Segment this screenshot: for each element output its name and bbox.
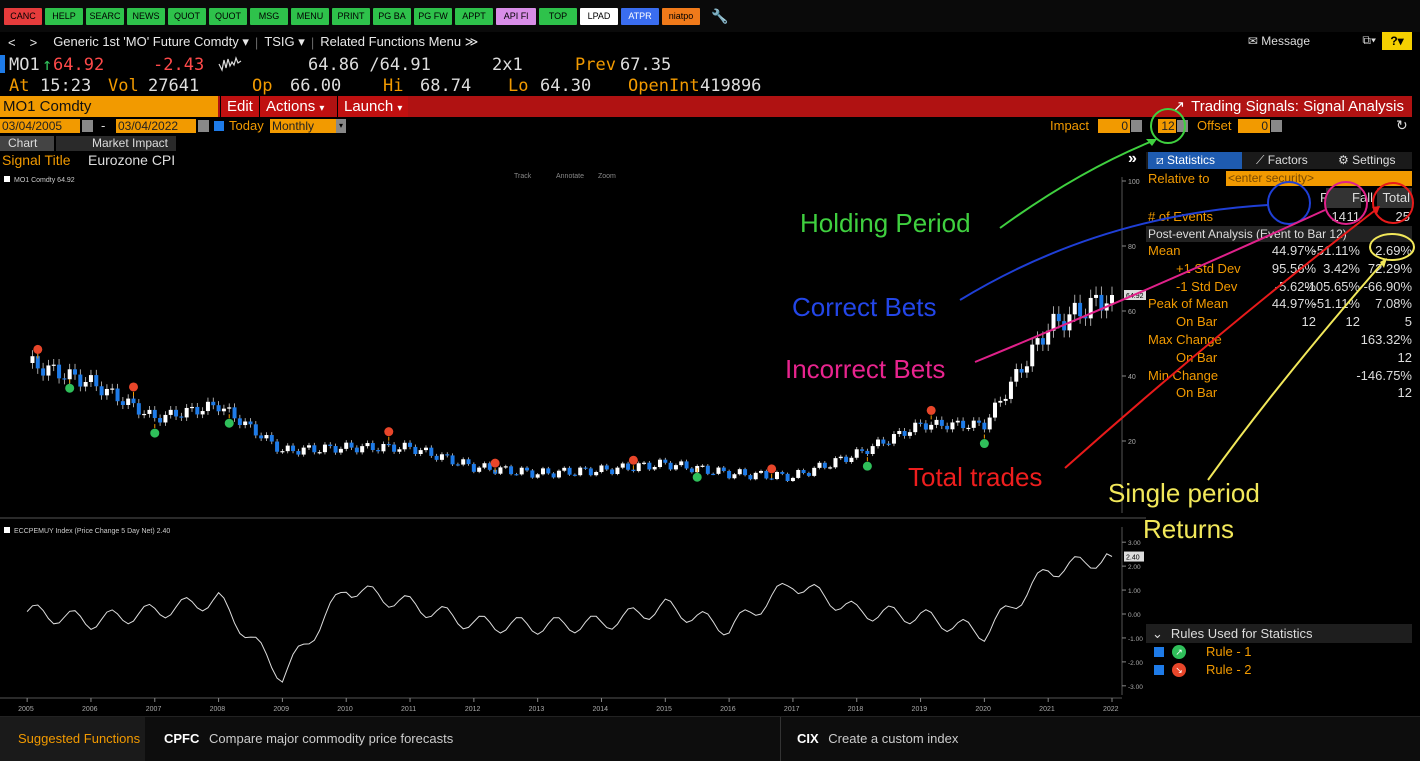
incorrect-bets-annotation: Incorrect Bets: [785, 354, 946, 384]
holding-period-circle: [1150, 108, 1186, 144]
holding-period-annotation: Holding Period: [800, 208, 971, 238]
correct-bets-arrow: [959, 204, 1269, 301]
correct-bets-annotation: Correct Bets: [792, 292, 937, 322]
incorrect-bets-arrow: [974, 209, 1326, 363]
suggested-function-cpfc[interactable]: CPFC Compare major commodity price forec…: [150, 717, 775, 761]
single-period-annotation: Single period: [1108, 478, 1260, 508]
single-period-arrow: [1207, 259, 1386, 481]
suggested-functions-bar: Suggested Functions CPFC Compare major c…: [0, 716, 1420, 761]
mean-circle: [1369, 233, 1415, 261]
holding-period-arrow: [999, 139, 1156, 229]
total-trades-arrow: [1064, 207, 1379, 469]
returns-annotation: Returns: [1143, 514, 1235, 544]
annotation-overlay: [959, 108, 1415, 481]
rise-circle: [1267, 181, 1311, 225]
suggested-functions-label: Suggested Functions: [0, 717, 145, 761]
total-trades-annotation: Total trades: [908, 462, 1043, 492]
suggested-function-cix[interactable]: CIX Create a custom index: [780, 717, 1400, 761]
fall-circle: [1324, 181, 1368, 225]
total-circle: [1372, 182, 1414, 224]
